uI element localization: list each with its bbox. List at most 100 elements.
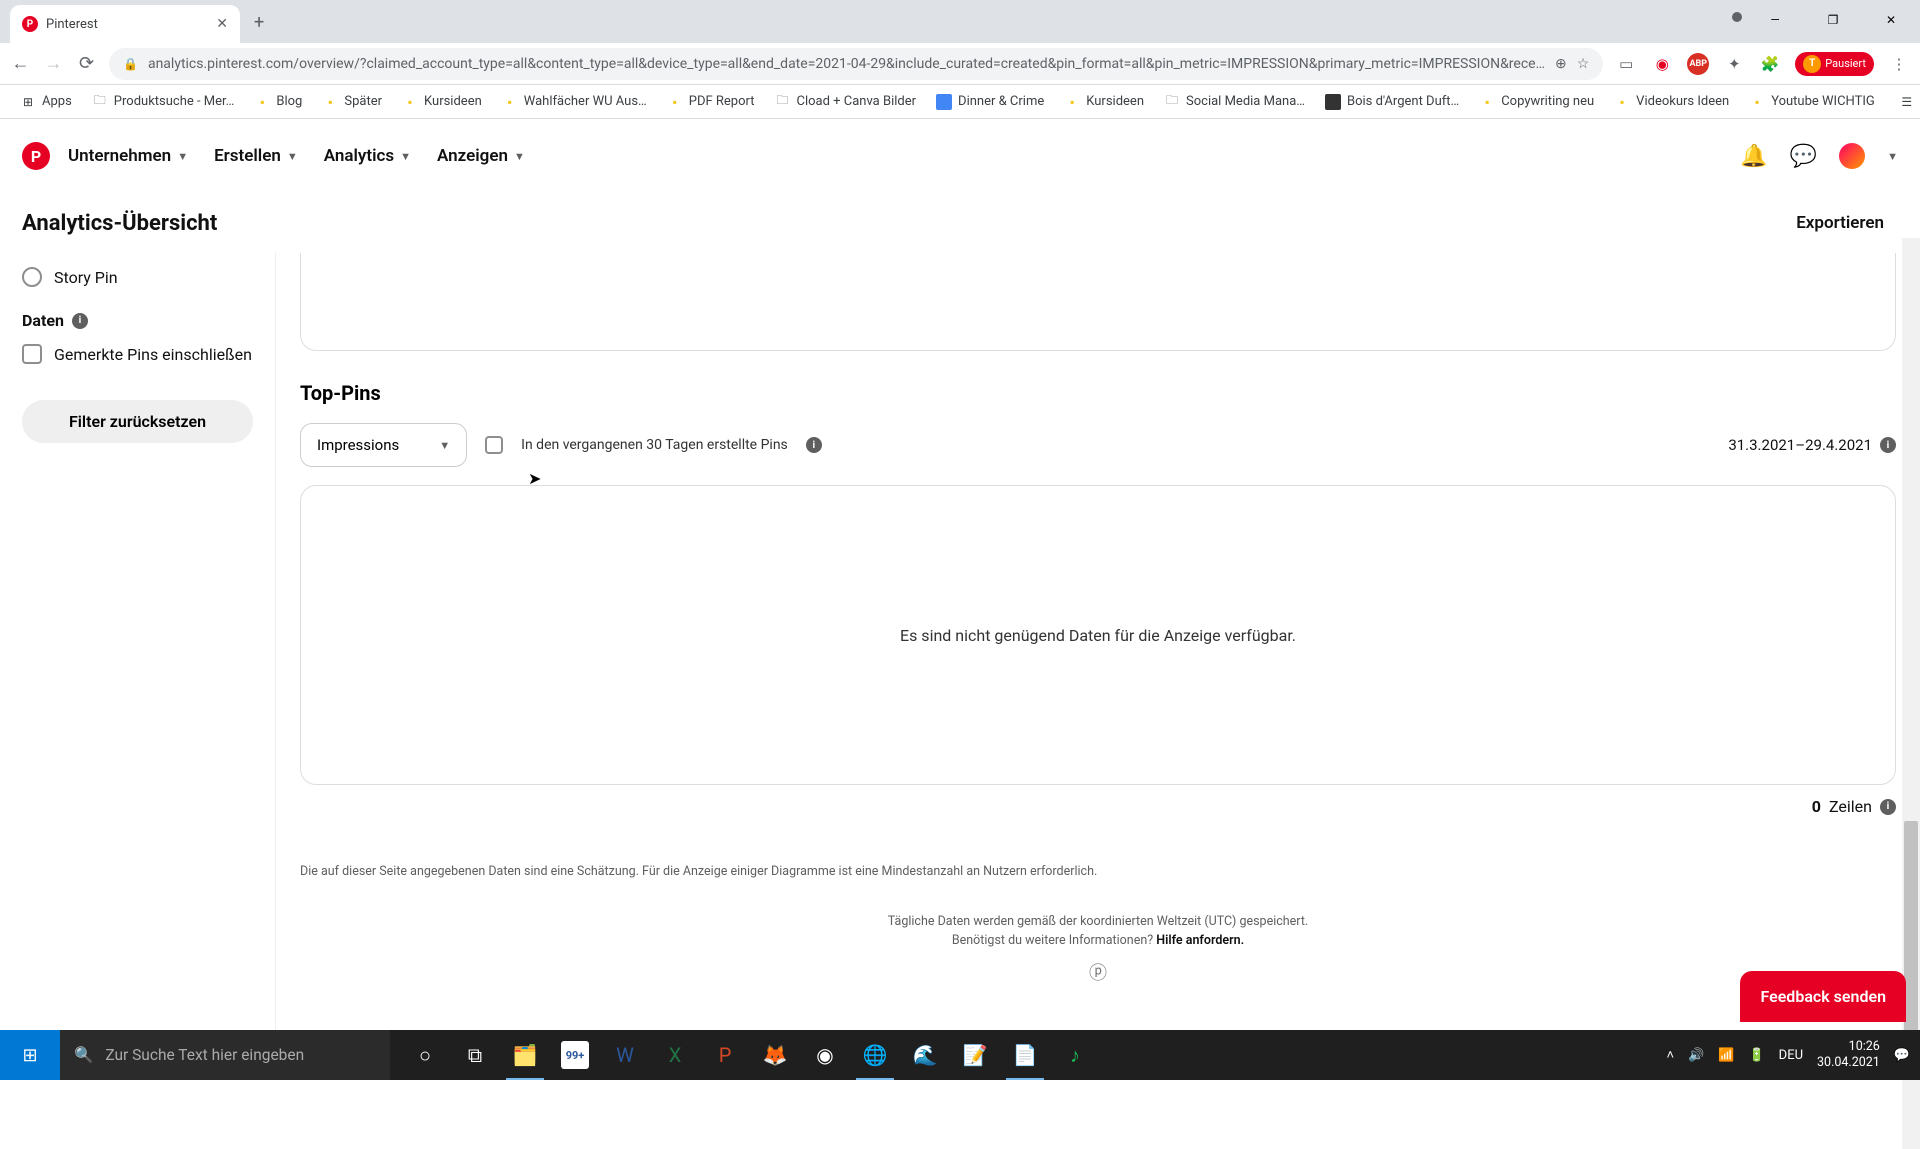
task-notepad-icon[interactable]: 📝 bbox=[950, 1030, 1000, 1080]
metric-dropdown[interactable]: Impressions ▼ bbox=[300, 423, 467, 467]
bookmark-item[interactable]: ▪Copywriting neu bbox=[1471, 90, 1602, 114]
info-icon[interactable]: i bbox=[1880, 437, 1896, 453]
adblock-ext-icon[interactable]: ABP bbox=[1687, 53, 1709, 75]
nav-unternehmen[interactable]: Unternehmen▼ bbox=[68, 146, 188, 166]
include-saved-pins-checkbox[interactable]: Gemerkte Pins einschließen bbox=[22, 330, 253, 378]
bookmark-item[interactable]: 🗀Cload + Canva Bilder bbox=[767, 90, 925, 114]
bookmark-favicon-icon: ▪ bbox=[1479, 94, 1495, 110]
folder-icon: 🗀 bbox=[775, 94, 791, 110]
filter-story-pin[interactable]: Story Pin bbox=[22, 259, 253, 295]
translate-icon[interactable]: ⊕ bbox=[1555, 56, 1567, 72]
bookmark-item[interactable]: 🗀Social Media Mana… bbox=[1156, 90, 1313, 114]
chrome-menu-icon[interactable]: ⋮ bbox=[1888, 53, 1910, 75]
task-chrome-icon[interactable]: 🌐 bbox=[850, 1030, 900, 1080]
user-avatar[interactable] bbox=[1839, 143, 1865, 169]
forward-button[interactable]: → bbox=[43, 52, 64, 76]
nav-analytics[interactable]: Analytics▼ bbox=[324, 146, 411, 166]
close-tab-icon[interactable]: ✕ bbox=[216, 16, 228, 32]
maximize-button[interactable]: ❐ bbox=[1804, 0, 1862, 40]
reader-icon[interactable]: ▭ bbox=[1615, 53, 1637, 75]
task-word-icon[interactable]: W bbox=[600, 1030, 650, 1080]
reload-button[interactable]: ⟳ bbox=[76, 52, 97, 76]
messages-icon[interactable]: 💬 bbox=[1790, 144, 1817, 169]
task-taskview-icon[interactable]: ⧉ bbox=[450, 1030, 500, 1080]
close-window-button[interactable]: ✕ bbox=[1862, 0, 1920, 40]
extensions-puzzle-icon[interactable]: 🧩 bbox=[1759, 53, 1781, 75]
recent-pins-checkbox[interactable] bbox=[485, 436, 503, 454]
reset-filters-button[interactable]: Filter zurücksetzen bbox=[22, 400, 253, 443]
task-notes-icon[interactable]: 📄 bbox=[1000, 1030, 1050, 1080]
chevron-down-icon: ▼ bbox=[439, 439, 450, 452]
tab-profile-indicator-icon[interactable] bbox=[1732, 12, 1742, 22]
nav-anzeigen[interactable]: Anzeigen▼ bbox=[437, 146, 525, 166]
apps-button[interactable]: ⊞ Apps bbox=[12, 90, 80, 114]
top-pins-empty-box: Es sind nicht genügend Daten für die Anz… bbox=[300, 485, 1896, 785]
bookmark-favicon-icon: ▪ bbox=[322, 94, 338, 110]
extension-icon[interactable]: ✦ bbox=[1723, 53, 1745, 75]
nav-erstellen[interactable]: Erstellen▼ bbox=[214, 146, 298, 166]
bookmark-item[interactable]: ▪Wahlfächer WU Aus… bbox=[494, 90, 655, 114]
chevron-down-icon: ▼ bbox=[287, 150, 298, 163]
task-spotify-icon[interactable]: ♪ bbox=[1050, 1030, 1100, 1080]
address-bar[interactable]: 🔒 analytics.pinterest.com/overview/?clai… bbox=[109, 48, 1603, 80]
tray-wifi-icon[interactable]: 📶 bbox=[1718, 1048, 1734, 1063]
chevron-down-icon: ▼ bbox=[514, 150, 525, 163]
account-chevron-down-icon[interactable]: ▼ bbox=[1887, 150, 1898, 163]
tray-chevron-up-icon[interactable]: ˄ bbox=[1667, 1047, 1675, 1063]
help-link[interactable]: Hilfe anfordern. bbox=[1156, 933, 1244, 948]
bookmark-item[interactable]: ▪Kursideen bbox=[1056, 90, 1152, 114]
minimize-button[interactable]: — bbox=[1746, 0, 1804, 40]
tray-volume-icon[interactable]: 🔊 bbox=[1688, 1048, 1704, 1063]
bookmark-item[interactable]: ▪Youtube WICHTIG bbox=[1741, 90, 1883, 114]
info-icon[interactable]: i bbox=[806, 437, 822, 453]
pinterest-ext-icon[interactable]: ◉ bbox=[1651, 53, 1673, 75]
export-button[interactable]: Exportieren bbox=[1782, 203, 1898, 243]
task-powerpoint-icon[interactable]: P bbox=[700, 1030, 750, 1080]
filters-sidebar: Story Pin Daten i Gemerkte Pins einschli… bbox=[0, 253, 276, 1030]
tray-battery-icon[interactable]: 🔋 bbox=[1748, 1048, 1764, 1063]
pinterest-header: P Unternehmen▼ Erstellen▼ Analytics▼ Anz… bbox=[0, 119, 1920, 193]
feedback-button[interactable]: Feedback senden bbox=[1740, 971, 1906, 1022]
tray-clock[interactable]: 10:26 30.04.2021 bbox=[1817, 1039, 1880, 1070]
browser-titlebar: P Pinterest ✕ + — ❐ ✕ bbox=[0, 0, 1920, 43]
bookmark-item[interactable]: Dinner & Crime bbox=[928, 90, 1052, 114]
bookmark-item[interactable]: ▪Blog bbox=[246, 90, 310, 114]
back-button[interactable]: ← bbox=[10, 52, 31, 76]
page-title: Analytics-Übersicht bbox=[22, 211, 217, 236]
bookmark-favicon-icon bbox=[1325, 94, 1341, 110]
task-explorer-icon[interactable]: 🗂️ bbox=[500, 1030, 550, 1080]
task-obs-icon[interactable]: ◉ bbox=[800, 1030, 850, 1080]
new-tab-button[interactable]: + bbox=[254, 12, 264, 33]
bookmark-star-icon[interactable]: ☆ bbox=[1577, 56, 1590, 72]
bookmark-item[interactable]: ▪Später bbox=[314, 90, 390, 114]
task-edge-icon[interactable]: 🌊 bbox=[900, 1030, 950, 1080]
profile-paused-chip[interactable]: T Pausiert bbox=[1795, 52, 1874, 76]
tray-notifications-icon[interactable]: 💬 bbox=[1894, 1048, 1910, 1063]
top-pins-title: Top-Pins bbox=[300, 381, 1896, 405]
tray-language[interactable]: DEU bbox=[1779, 1048, 1803, 1063]
task-firefox-icon[interactable]: 🦊 bbox=[750, 1030, 800, 1080]
taskbar-search[interactable]: 🔍 Zur Suche Text hier eingeben bbox=[60, 1030, 390, 1080]
info-icon[interactable]: i bbox=[72, 313, 88, 329]
bookmark-item[interactable]: ▪Kursideen bbox=[394, 90, 490, 114]
pinterest-logo-icon[interactable]: P bbox=[22, 142, 50, 170]
bookmark-favicon-icon: ▪ bbox=[402, 94, 418, 110]
bookmark-item[interactable]: ▪Videokurs Ideen bbox=[1606, 90, 1737, 114]
task-cortana-icon[interactable]: ○ bbox=[400, 1030, 450, 1080]
bookmark-item[interactable]: Bois d'Argent Duft… bbox=[1317, 90, 1467, 114]
task-excel-icon[interactable]: X bbox=[650, 1030, 700, 1080]
task-calendar-icon[interactable]: 99+ bbox=[550, 1030, 600, 1080]
main-content: Top-Pins Impressions ▼ In den vergangene… bbox=[276, 253, 1920, 1030]
bookmark-favicon-icon: ▪ bbox=[502, 94, 518, 110]
chevron-down-icon: ▼ bbox=[400, 150, 411, 163]
folder-icon: 🗀 bbox=[92, 94, 108, 110]
folder-icon: 🗀 bbox=[1164, 94, 1180, 110]
reading-list-button[interactable]: ☰ Leseliste bbox=[1891, 90, 1920, 114]
start-button[interactable]: ⊞ bbox=[0, 1030, 60, 1080]
bookmark-item[interactable]: 🗀Produktsuche - Mer… bbox=[84, 90, 243, 114]
bookmark-item[interactable]: ▪PDF Report bbox=[659, 90, 763, 114]
browser-tab[interactable]: P Pinterest ✕ bbox=[10, 5, 240, 43]
windows-taskbar: ⊞ 🔍 Zur Suche Text hier eingeben ○ ⧉ 🗂️ … bbox=[0, 1030, 1920, 1080]
notifications-bell-icon[interactable]: 🔔 bbox=[1740, 144, 1767, 169]
info-icon[interactable]: i bbox=[1880, 799, 1896, 815]
